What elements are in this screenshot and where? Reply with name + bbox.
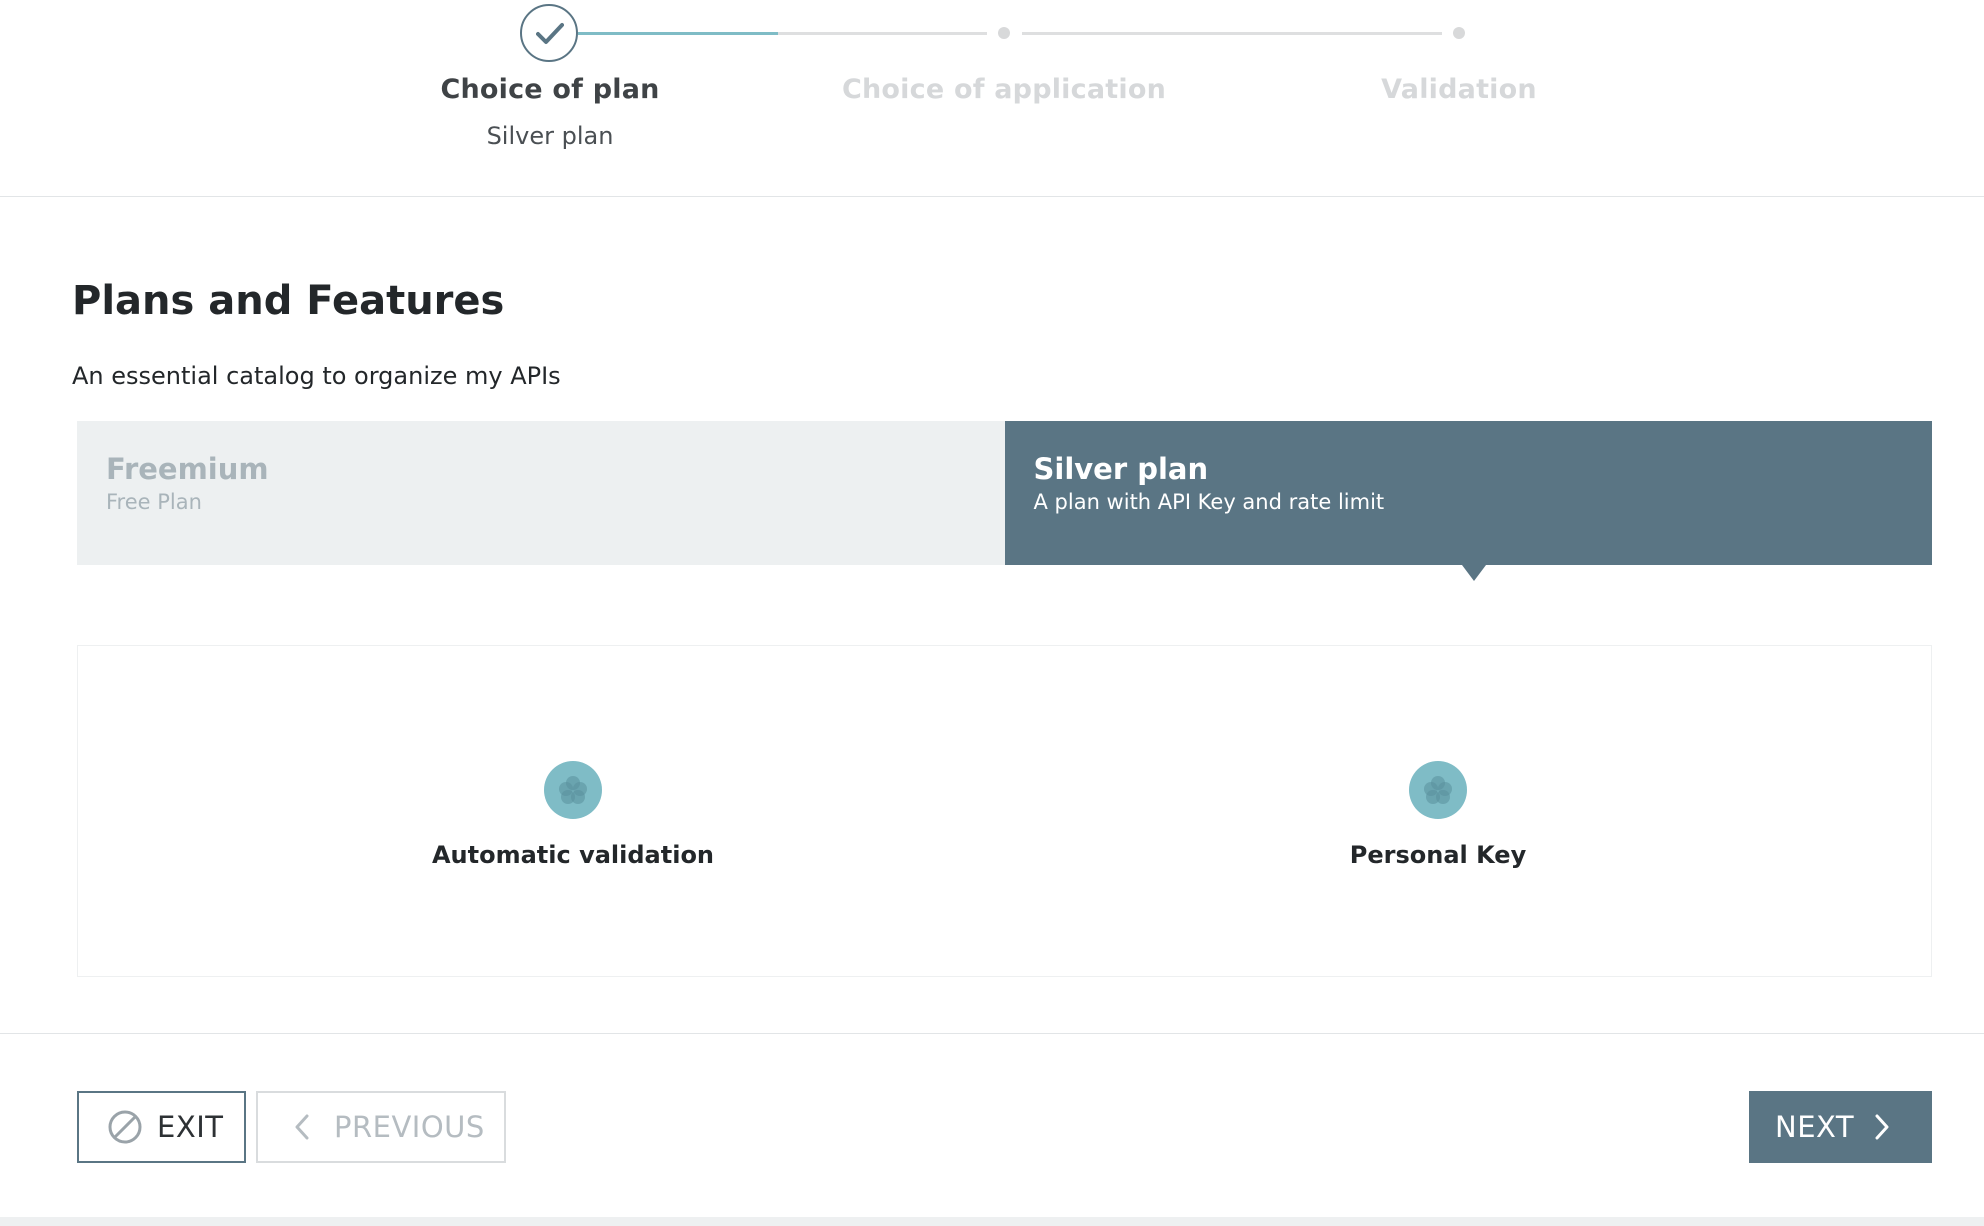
stepper-track-line — [1022, 32, 1442, 35]
plan-selector: Freemium Free Plan Silver plan A plan wi… — [77, 421, 1932, 581]
chevron-left-icon — [294, 1114, 310, 1140]
feature-item: Automatic validation — [323, 761, 823, 869]
step-3-title[interactable]: Validation — [1249, 74, 1669, 105]
wizard-stepper: Choice of plan Silver plan Choice of app… — [0, 0, 1984, 197]
wizard-footer: EXIT PREVIOUS NEXT — [0, 1033, 1984, 1218]
next-button-label: NEXT — [1775, 1110, 1855, 1144]
step-2-title[interactable]: Choice of application — [794, 74, 1214, 105]
plan-description: A plan with API Key and rate limit — [1033, 490, 1385, 514]
selected-plan-caret-icon — [1461, 565, 1486, 581]
page-title: Plans and Features — [72, 278, 505, 324]
previous-button[interactable]: PREVIOUS — [256, 1091, 506, 1163]
page-subtitle: An essential catalog to organize my APIs — [72, 362, 561, 390]
cancel-icon — [107, 1109, 143, 1145]
previous-button-label: PREVIOUS — [334, 1110, 485, 1144]
exit-button[interactable]: EXIT — [77, 1091, 246, 1163]
plan-description: Free Plan — [106, 490, 202, 514]
stepper-progress-line — [578, 32, 778, 35]
chevron-right-icon — [1874, 1114, 1890, 1140]
flower-icon — [544, 761, 602, 819]
feature-label: Automatic validation — [431, 841, 715, 869]
feature-label: Personal Key — [1349, 841, 1527, 869]
step-1-title[interactable]: Choice of plan — [340, 74, 760, 105]
step-1-complete-marker[interactable] — [520, 4, 578, 62]
plan-card-freemium[interactable]: Freemium Free Plan — [77, 421, 1005, 565]
plan-features-panel: Automatic validation Personal Key — [77, 645, 1932, 977]
exit-button-label: EXIT — [157, 1110, 224, 1144]
step-3-marker[interactable] — [1453, 27, 1465, 39]
flower-icon — [1409, 761, 1467, 819]
feature-item: Personal Key — [1188, 761, 1688, 869]
step-2-marker[interactable] — [998, 27, 1010, 39]
next-button[interactable]: NEXT — [1749, 1091, 1932, 1163]
plan-name: Freemium — [106, 452, 269, 486]
page-bottom-edge — [0, 1217, 1984, 1226]
checkmark-icon — [536, 23, 564, 44]
plan-card-silver[interactable]: Silver plan A plan with API Key and rate… — [1004, 421, 1932, 581]
step-1-subtitle: Silver plan — [486, 122, 614, 150]
stepper-track-line — [778, 32, 987, 35]
plan-name: Silver plan — [1033, 452, 1209, 486]
